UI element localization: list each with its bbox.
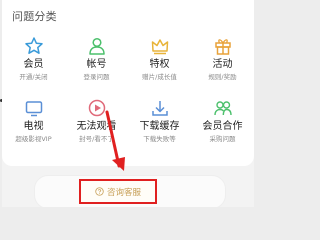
category-cooperation[interactable]: 会员合作 采购问题: [191, 90, 254, 152]
video-blocked-icon: [88, 99, 105, 117]
category-download[interactable]: 下载缓存 下载失败等: [128, 90, 191, 152]
cooperation-icon: [213, 101, 232, 116]
gift-icon: [214, 39, 231, 55]
category-sub: 开通/关闭: [19, 73, 48, 81]
category-tv[interactable]: 电视 超级影视VIP: [2, 90, 65, 152]
category-sub: 采购问题: [209, 135, 236, 143]
category-sub: 规则/奖励: [208, 73, 237, 81]
category-membership[interactable]: 会员 开通/关闭: [2, 28, 65, 90]
star-icon: [24, 37, 43, 54]
category-label: 会员: [23, 59, 44, 70]
category-cannot-watch[interactable]: 无法观看 封号/看不了: [65, 90, 128, 152]
consult-bar: 咨询客服: [34, 175, 226, 207]
category-sub: 封号/看不了: [79, 135, 114, 143]
category-sub: 超级影视VIP: [15, 135, 52, 143]
category-account[interactable]: 帐号 登录问题: [65, 28, 128, 90]
category-label: 帐号: [86, 59, 107, 70]
tv-icon: [25, 101, 42, 117]
question-circle-icon: [95, 187, 104, 196]
category-card: 问题分类 会员 开通/关闭 帐号 登录问题 特权 赠片/成长值 活动 规则/奖励…: [2, 0, 254, 166]
download-icon: [151, 101, 168, 116]
category-grid: 会员 开通/关闭 帐号 登录问题 特权 赠片/成长值 活动 规则/奖励 电视 超…: [2, 28, 254, 152]
category-sub: 下载失败等: [143, 135, 176, 143]
category-label: 活动: [212, 59, 233, 70]
category-label: 无法观看: [76, 121, 117, 132]
category-label: 电视: [23, 121, 44, 132]
category-activity[interactable]: 活动 规则/奖励: [191, 28, 254, 90]
crown-icon: [151, 39, 168, 55]
consult-button-label: 咨询客服: [106, 187, 141, 198]
help-panel: 问题分类 会员 开通/关闭 帐号 登录问题 特权 赠片/成长值 活动 规则/奖励…: [2, 0, 254, 207]
category-label: 会员合作: [202, 121, 243, 132]
consult-customer-service-button[interactable]: 咨询客服: [79, 179, 157, 204]
category-label: 下载缓存: [139, 121, 180, 132]
section-title: 问题分类: [12, 10, 57, 23]
category-privilege[interactable]: 特权 赠片/成长值: [128, 28, 191, 90]
user-icon: [88, 37, 105, 55]
category-sub: 登录问题: [83, 73, 110, 81]
category-sub: 赠片/成长值: [142, 73, 177, 81]
category-label: 特权: [149, 59, 170, 70]
